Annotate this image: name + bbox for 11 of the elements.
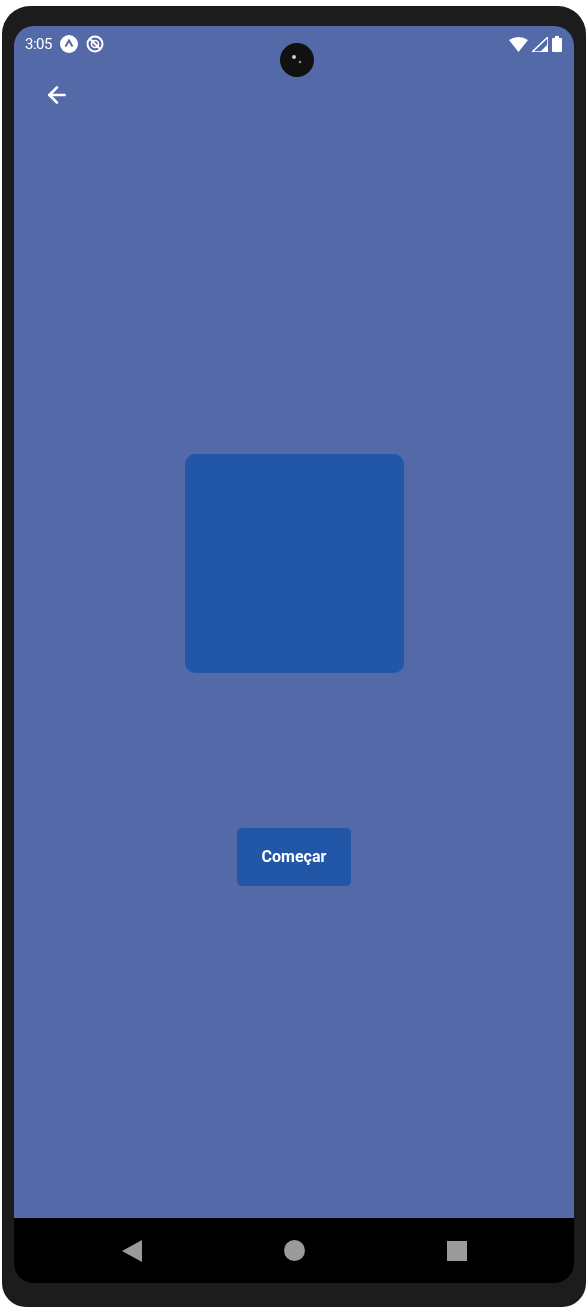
camera-icon	[280, 43, 314, 77]
start-button[interactable]: Começar	[237, 828, 351, 886]
battery-icon	[552, 36, 562, 52]
home-nav-icon[interactable]	[284, 1240, 305, 1261]
sync-off-icon	[85, 35, 104, 53]
wifi-icon	[509, 36, 528, 52]
back-nav-icon[interactable]	[122, 1239, 142, 1262]
signal-icon	[532, 36, 548, 52]
status-time: 3:05	[25, 33, 52, 55]
recents-nav-icon[interactable]	[447, 1240, 467, 1261]
app-notification-icon	[59, 35, 78, 53]
